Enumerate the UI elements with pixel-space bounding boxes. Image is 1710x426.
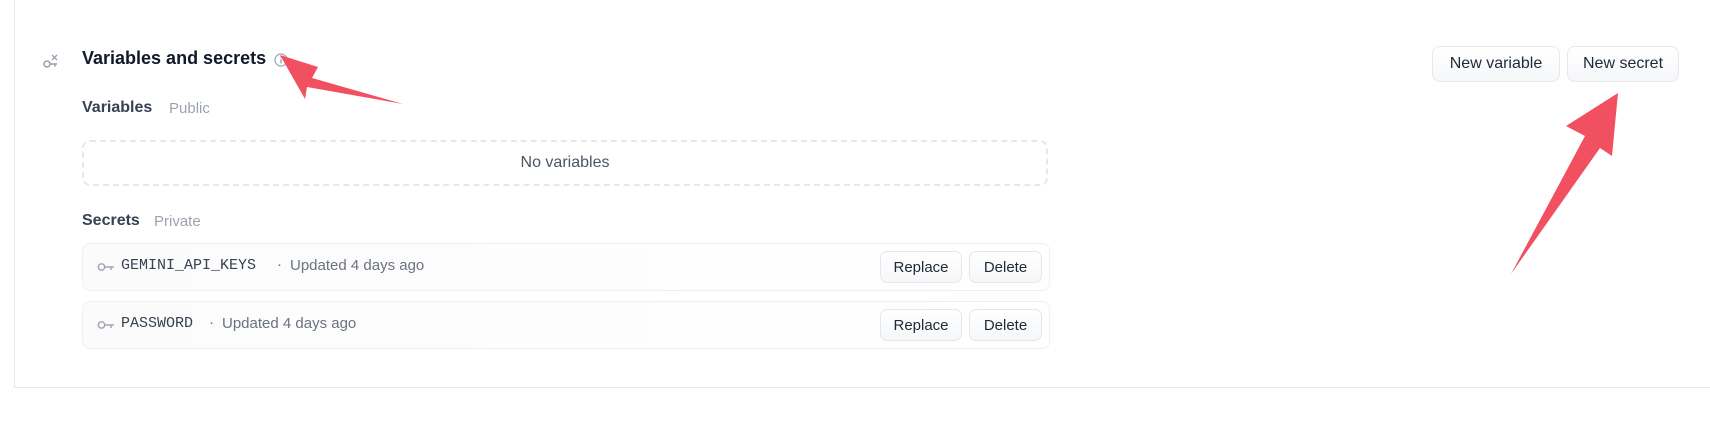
variables-heading: Variables [82, 99, 153, 116]
secret-name: PASSWORD [121, 315, 194, 332]
info-icon[interactable] [274, 53, 288, 67]
replace-button[interactable]: Replace [880, 309, 962, 341]
replace-button[interactable]: Replace [880, 251, 962, 283]
variables-visibility: Public [169, 100, 210, 117]
key-lock-icon [43, 54, 58, 68]
secret-row: PASSWORD · Updated 4 days ago Replace De… [82, 301, 1050, 349]
new-variable-button[interactable]: New variable [1432, 46, 1560, 82]
secrets-visibility: Private [154, 213, 201, 230]
secret-name: GEMINI_API_KEYS [121, 257, 257, 274]
secret-row: GEMINI_API_KEYS · Updated 4 days ago Rep… [82, 243, 1050, 291]
separator-dot: · [277, 256, 282, 273]
secrets-heading: Secrets [82, 212, 140, 229]
key-icon [97, 263, 114, 271]
delete-button[interactable]: Delete [969, 251, 1042, 283]
separator-dot: · [209, 314, 214, 331]
variables-empty-text: No variables [520, 154, 610, 171]
delete-button[interactable]: Delete [969, 309, 1042, 341]
new-secret-button[interactable]: New secret [1567, 46, 1679, 82]
settings-page: Variables and secrets New variable New s… [0, 0, 1710, 426]
secret-updated-time: Updated 4 days ago [290, 257, 425, 274]
secret-updated-time: Updated 4 days ago [222, 315, 357, 332]
key-icon [97, 321, 114, 329]
variables-empty-state: No variables [82, 140, 1048, 186]
section-title: Variables and secrets [82, 48, 267, 68]
